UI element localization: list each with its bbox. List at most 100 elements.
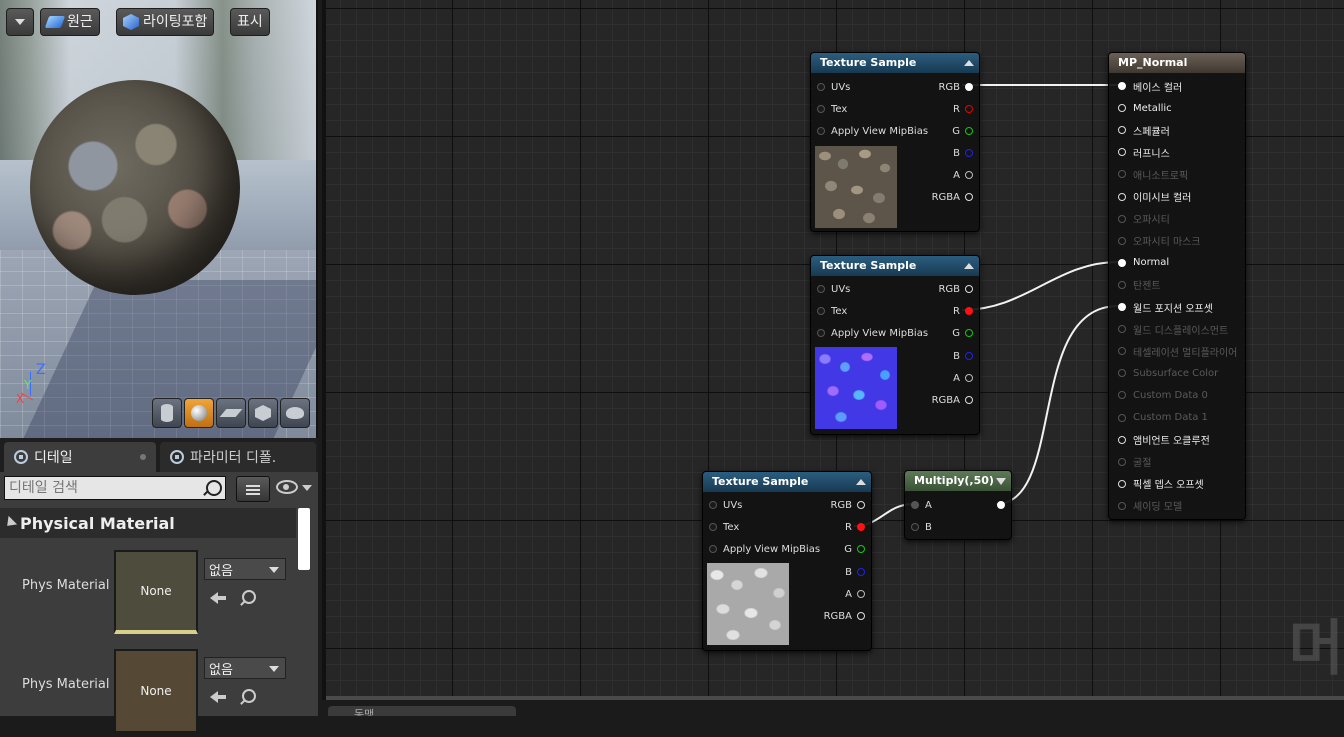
- axis-gizmo: Z Y X: [16, 362, 56, 412]
- texture-sample-node[interactable]: Texture Sample UVs Tex Apply View MipBia…: [810, 255, 980, 435]
- output-pin-r[interactable]: R: [953, 300, 973, 322]
- use-selected-arrow-icon[interactable]: [210, 689, 228, 703]
- result-input-pin[interactable]: 이미시브 컬러: [1118, 186, 1191, 208]
- output-pin-b[interactable]: B: [845, 561, 865, 583]
- output-pin-g[interactable]: G: [952, 322, 973, 344]
- texture-sample-node[interactable]: Texture Sample UVs Tex Apply View MipBia…: [810, 52, 980, 232]
- asset-picker-combo[interactable]: 없음: [204, 558, 286, 580]
- details-scrollbar[interactable]: [298, 508, 310, 570]
- output-pin[interactable]: [997, 494, 1005, 516]
- pin-label: UVs: [831, 283, 851, 295]
- output-pin-b[interactable]: B: [953, 345, 973, 367]
- tab-parameter-defaults[interactable]: 파라미터 디폴.: [160, 442, 316, 472]
- browse-search-icon[interactable]: [242, 689, 256, 703]
- result-input-pin[interactable]: 테셀레이션 멀티플라이어: [1118, 340, 1237, 362]
- result-input-pin[interactable]: 오파시티 마스크: [1118, 230, 1201, 252]
- bottom-panel-tab[interactable]: 동맹: [328, 706, 516, 716]
- input-pin-uvs[interactable]: UVs: [817, 278, 850, 300]
- use-selected-arrow-icon[interactable]: [210, 590, 228, 604]
- pin-icon: [857, 545, 865, 553]
- result-input-pin[interactable]: 셰이딩 모델: [1118, 495, 1182, 517]
- output-pin-b[interactable]: B: [953, 142, 973, 164]
- node-header[interactable]: Texture Sample: [703, 472, 871, 492]
- result-input-pin[interactable]: 베이스 컬러: [1118, 75, 1182, 97]
- input-pin-mipbias[interactable]: Apply View MipBias: [817, 120, 928, 142]
- result-input-pin[interactable]: 러프니스: [1118, 141, 1170, 163]
- asset-picker-combo[interactable]: 없음: [204, 657, 286, 679]
- material-result-node[interactable]: MP_Normal 베이스 컬러 Metallic 스페큘러 러프니스 애니소트로픽 이미…: [1108, 52, 1246, 520]
- result-input-pin[interactable]: 굴절: [1118, 451, 1151, 473]
- result-input-pin[interactable]: 앰비언트 오클루전: [1118, 429, 1210, 451]
- output-pin-r[interactable]: R: [953, 98, 973, 120]
- result-input-pin[interactable]: Normal: [1118, 252, 1169, 274]
- property-matrix-button[interactable]: [236, 476, 270, 502]
- chevron-down-icon[interactable]: [302, 485, 312, 491]
- node-header[interactable]: Texture Sample: [811, 53, 979, 73]
- details-search-input[interactable]: [4, 476, 226, 500]
- eye-icon[interactable]: [276, 480, 298, 494]
- lighting-mode-button[interactable]: 라이팅포함: [116, 8, 215, 36]
- result-input-pin[interactable]: 월드 포지션 오프셋: [1118, 296, 1213, 318]
- output-pin-rgb[interactable]: RGB: [938, 76, 973, 98]
- input-pin-uvs[interactable]: UVs: [709, 494, 742, 516]
- input-pin-tex[interactable]: Tex: [709, 516, 739, 538]
- tab-details[interactable]: 디테일: [4, 442, 156, 472]
- output-pin-rgba[interactable]: RGBA: [932, 389, 973, 411]
- browse-search-icon[interactable]: [242, 590, 256, 604]
- perspective-button[interactable]: 원근: [40, 8, 100, 36]
- output-pin-a[interactable]: A: [953, 367, 973, 389]
- chevron-down-icon[interactable]: [996, 478, 1006, 485]
- category-physical-material[interactable]: Physical Material: [0, 508, 296, 538]
- preview-plane-button[interactable]: [216, 398, 246, 428]
- input-pin-b[interactable]: B: [911, 516, 932, 538]
- close-tab-icon[interactable]: [140, 454, 146, 460]
- texture-sample-node[interactable]: Texture Sample UVs Tex Apply View MipBia…: [702, 471, 872, 651]
- input-pin-mipbias[interactable]: Apply View MipBias: [709, 538, 820, 560]
- result-input-pin[interactable]: 픽셀 뎁스 오프셋: [1118, 473, 1204, 495]
- collapse-icon[interactable]: [856, 479, 866, 485]
- preview-sphere-button[interactable]: [184, 398, 214, 428]
- input-pin-tex[interactable]: Tex: [817, 98, 847, 120]
- show-button[interactable]: 표시: [230, 8, 270, 36]
- details-panel: 디테일 파라미터 디폴. Physical Material Phys Mate…: [0, 438, 318, 733]
- node-header[interactable]: Multiply(,50): [905, 471, 1011, 491]
- output-pin-a[interactable]: A: [845, 583, 865, 605]
- pin-label: RGB: [830, 499, 852, 511]
- preview-cube-button[interactable]: [248, 398, 278, 428]
- result-input-pin[interactable]: Metallic: [1118, 97, 1172, 119]
- result-input-pin[interactable]: 탄젠트: [1118, 274, 1161, 296]
- viewport-options-button[interactable]: [6, 8, 34, 36]
- output-pin-g[interactable]: G: [952, 120, 973, 142]
- result-input-pin[interactable]: 스페큘러: [1118, 119, 1170, 141]
- asset-thumbnail[interactable]: None: [114, 550, 198, 634]
- collapse-icon[interactable]: [964, 60, 974, 66]
- result-input-pin[interactable]: Subsurface Color: [1118, 362, 1218, 384]
- collapse-icon[interactable]: [964, 263, 974, 269]
- result-input-pin[interactable]: Custom Data 1: [1118, 407, 1208, 429]
- preview-cylinder-button[interactable]: [152, 398, 182, 428]
- result-input-pin[interactable]: 애니소트로픽: [1118, 163, 1188, 185]
- output-pin-rgb[interactable]: RGB: [938, 278, 973, 300]
- preview-teapot-button[interactable]: [280, 398, 310, 428]
- output-pin-g[interactable]: G: [844, 538, 865, 560]
- output-pin-rgb[interactable]: RGB: [830, 494, 865, 516]
- material-preview-viewport[interactable]: 원근 라이팅포함 표시 Z Y X: [0, 0, 318, 438]
- node-header[interactable]: Texture Sample: [811, 256, 979, 276]
- output-pin-r[interactable]: R: [845, 516, 865, 538]
- input-pin-uvs[interactable]: UVs: [817, 76, 850, 98]
- input-pin-tex[interactable]: Tex: [817, 300, 847, 322]
- node-header[interactable]: MP_Normal: [1109, 53, 1245, 73]
- asset-thumbnail[interactable]: None: [114, 649, 198, 733]
- input-pin-a[interactable]: A: [911, 494, 932, 516]
- material-graph-canvas[interactable]: Texture Sample UVs Tex Apply View MipBia…: [322, 0, 1344, 700]
- input-pin-mipbias[interactable]: Apply View MipBias: [817, 322, 928, 344]
- result-input-pin[interactable]: 월드 디스플레이스먼트: [1118, 318, 1228, 340]
- result-input-pin[interactable]: Custom Data 0: [1118, 384, 1208, 406]
- category-label: Physical Material: [20, 513, 175, 533]
- output-pin-a[interactable]: A: [953, 164, 973, 186]
- search-icon[interactable]: [206, 480, 222, 496]
- result-input-pin[interactable]: 오파시티: [1118, 208, 1170, 230]
- output-pin-rgba[interactable]: RGBA: [932, 186, 973, 208]
- multiply-node[interactable]: Multiply(,50) A B: [904, 470, 1012, 540]
- output-pin-rgba[interactable]: RGBA: [824, 605, 865, 627]
